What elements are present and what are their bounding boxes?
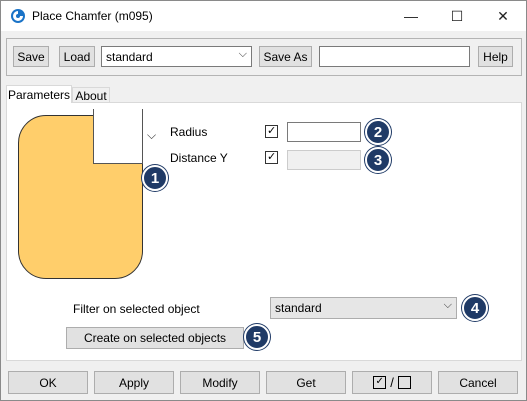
chevron-down-icon: ⌵ xyxy=(238,48,247,60)
unchecked-box-icon xyxy=(397,376,411,389)
callout-badge-5: 5 xyxy=(244,324,270,350)
callout-badge-4: 4 xyxy=(462,295,488,321)
modify-button[interactable]: Modify xyxy=(180,371,260,394)
tab-about[interactable]: About xyxy=(72,87,110,103)
filter-value: standard xyxy=(275,301,322,315)
create-on-selected-button[interactable]: Create on selected objects xyxy=(66,327,244,349)
preset-select[interactable]: standard ⌵ xyxy=(101,46,252,67)
save-as-button[interactable]: Save As xyxy=(259,46,312,67)
window-title: Place Chamfer (m095) xyxy=(32,9,153,23)
minimize-button[interactable]: — xyxy=(388,1,434,31)
close-button[interactable]: ✕ xyxy=(480,1,526,31)
get-button[interactable]: Get xyxy=(266,371,346,394)
distance-y-checkbox[interactable]: ✓ xyxy=(265,151,278,164)
distance-y-label: Distance Y xyxy=(170,151,228,165)
maximize-icon: ☐ xyxy=(450,7,464,24)
toggle-separator: / xyxy=(390,375,394,390)
place-chamfer-dialog: Place Chamfer (m095) — ☐ ✕ Save Load sta… xyxy=(0,0,527,401)
callout-badge-1: 1 xyxy=(142,165,168,191)
radius-checkbox[interactable]: ✓ xyxy=(265,125,278,138)
distance-y-input[interactable] xyxy=(287,150,361,170)
check-icon: ✓ xyxy=(267,151,277,163)
callout-badge-2: 2 xyxy=(365,119,391,145)
radius-input[interactable] xyxy=(287,122,361,142)
chevron-down-icon: ⌵ xyxy=(443,299,452,311)
checked-box-icon: ✓ xyxy=(373,376,387,389)
check-icon: ✓ xyxy=(267,125,277,137)
load-button[interactable]: Load xyxy=(59,46,95,67)
filter-label: Filter on selected object xyxy=(73,302,200,316)
filter-select[interactable]: standard ⌵ xyxy=(270,297,457,319)
corner-chevron-down-icon[interactable]: ⌵ xyxy=(147,128,156,143)
check-all-toggle-button[interactable]: ✓ / xyxy=(352,371,432,394)
help-button[interactable]: Help xyxy=(478,46,513,67)
ok-button[interactable]: OK xyxy=(8,371,88,394)
title-bar: Place Chamfer (m095) — ☐ ✕ xyxy=(1,1,526,31)
parameters-panel: ⌵ Radius ✓ Distance Y ✓ Filter on select… xyxy=(6,102,522,361)
close-icon: ✕ xyxy=(497,7,509,24)
save-button[interactable]: Save xyxy=(13,46,49,67)
app-icon xyxy=(11,9,25,23)
radius-label: Radius xyxy=(170,125,208,139)
maximize-button[interactable]: ☐ xyxy=(434,1,480,31)
save-as-name-input[interactable] xyxy=(319,46,470,67)
cancel-button[interactable]: Cancel xyxy=(438,371,518,394)
corner-selector[interactable] xyxy=(93,109,143,164)
tab-parameters[interactable]: Parameters xyxy=(6,85,72,103)
preset-value: standard xyxy=(106,50,153,64)
callout-badge-3: 3 xyxy=(365,147,391,173)
minimize-icon: — xyxy=(404,8,418,24)
apply-button[interactable]: Apply xyxy=(94,371,174,394)
